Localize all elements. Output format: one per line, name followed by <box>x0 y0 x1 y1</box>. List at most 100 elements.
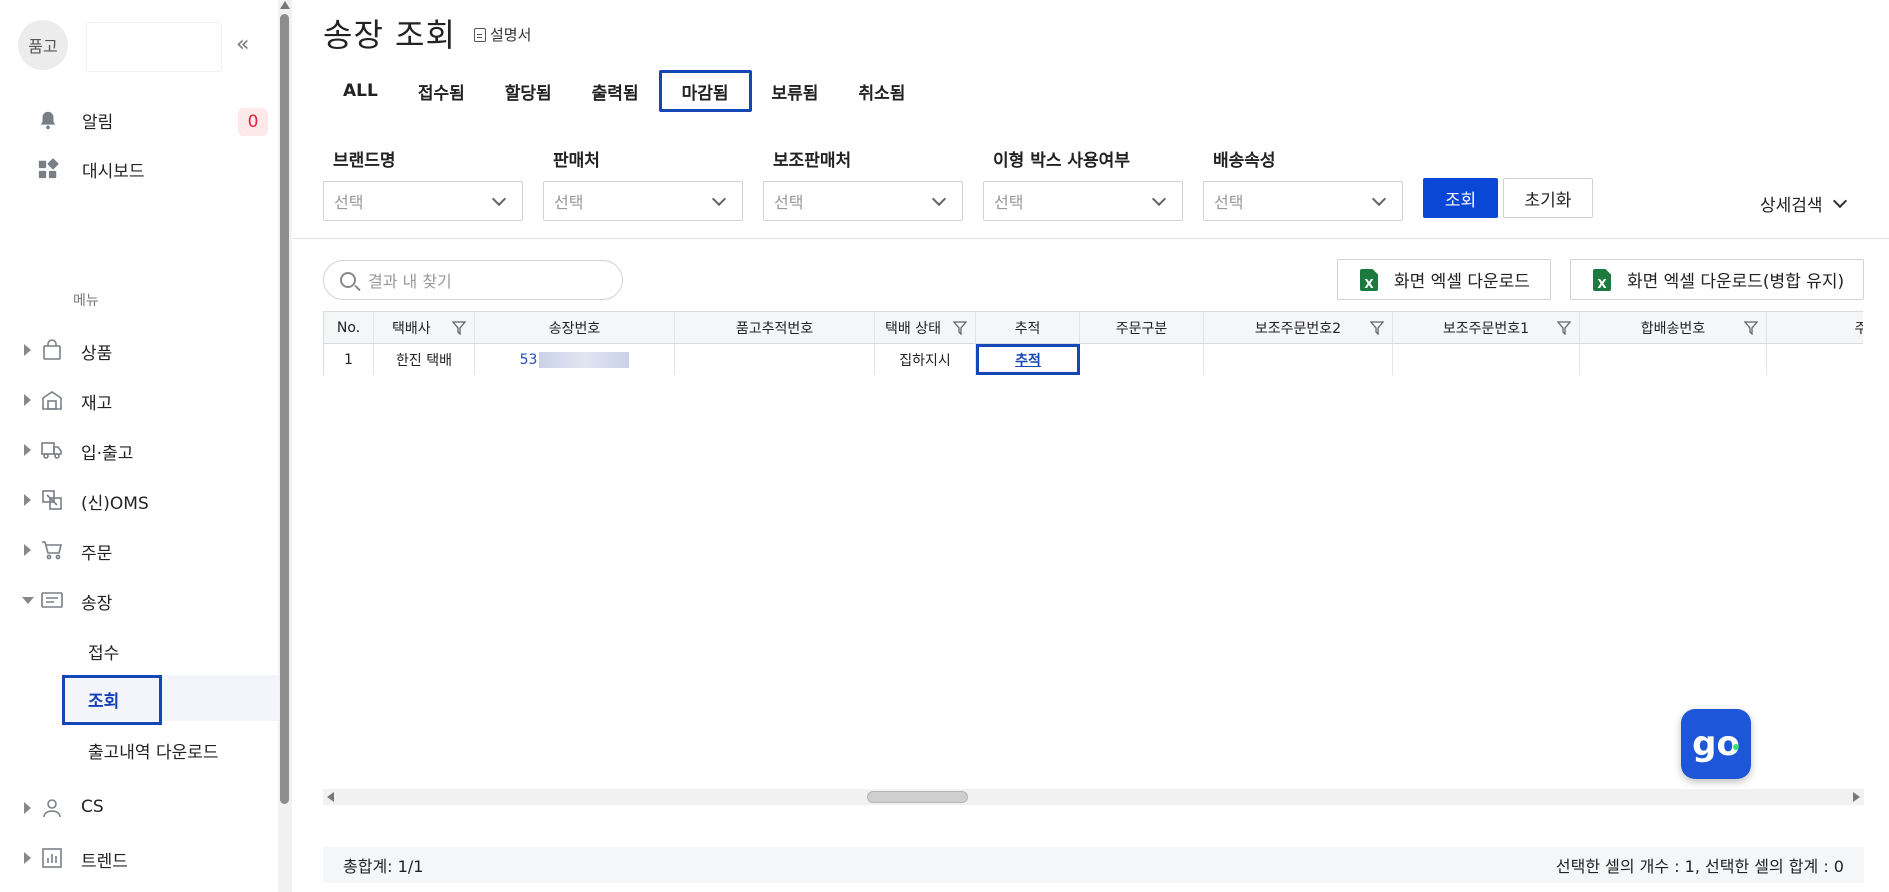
total-count: 총합계: 1/1 <box>343 857 424 876</box>
chevron-down-icon <box>931 191 947 207</box>
invoice-table: No. 택배사 송장번호 품고추적번호 택배 상태 추적 주문구분 보조주문번호… <box>323 311 1863 375</box>
sidebar-item-label: 재고 <box>81 394 113 414</box>
tab-on-hold[interactable]: 보류됨 <box>752 70 839 112</box>
sidebar-item-label: 대시보드 <box>82 161 145 182</box>
chevron-down-icon <box>491 191 507 207</box>
scroll-left-icon[interactable] <box>327 792 334 802</box>
column-header-sub-order-2[interactable]: 보조주문번호2 <box>1204 312 1393 343</box>
advanced-search-label: 상세검색 <box>1760 196 1823 216</box>
scroll-right-icon[interactable] <box>1853 792 1860 802</box>
excel-download-button[interactable]: X 화면 엑셀 다운로드 <box>1337 259 1551 300</box>
filter-icon[interactable] <box>452 321 466 335</box>
sidebar-item-inventory[interactable]: 재고 <box>0 380 278 420</box>
sidebar-item-label: 상품 <box>81 344 113 364</box>
column-header-label: 택배사 <box>392 320 431 337</box>
column-header-track[interactable]: 추적 <box>976 312 1080 343</box>
caret-right-icon <box>24 852 31 864</box>
search-button[interactable]: 조회 <box>1423 178 1498 218</box>
seller-select[interactable]: 선택 <box>543 181 743 221</box>
column-header-status[interactable]: 택배 상태 <box>875 312 976 343</box>
tab-cancelled[interactable]: 취소됨 <box>838 70 925 112</box>
filter-icon[interactable] <box>1557 321 1571 335</box>
table-row[interactable]: 1 한진 택배 53 집하지시 추적 <box>324 344 1863 375</box>
irregular-box-select[interactable]: 선택 <box>983 181 1183 221</box>
tab-received[interactable]: 접수됨 <box>398 70 485 112</box>
sidebar-subitem-lookup[interactable]: 조회 <box>62 675 278 725</box>
logo-avatar[interactable]: 품고 <box>18 20 68 70</box>
excel-download-merge-button[interactable]: X 화면 엑셀 다운로드(병합 유지) <box>1570 259 1864 300</box>
sidebar-subitem-label: 출고내역 다운로드 <box>88 743 219 763</box>
caret-right-icon <box>24 802 31 814</box>
filter-brand: 브랜드명 선택 <box>323 146 523 221</box>
select-value: 선택 <box>1214 193 1244 212</box>
track-link[interactable]: 추적 <box>1015 350 1041 370</box>
invoice-no-value: 53 <box>519 351 538 368</box>
caret-right-icon <box>24 444 31 456</box>
truck-icon <box>40 438 64 462</box>
search-placeholder: 결과 내 찾기 <box>368 272 452 291</box>
excel-icon: X <box>1360 268 1378 291</box>
menu-section-title: 메뉴 <box>73 293 99 309</box>
sidebar-scrollbar[interactable] <box>278 0 292 892</box>
column-header-sub-order-1[interactable]: 보조주문번호1 <box>1393 312 1580 343</box>
sidebar-item-orders[interactable]: 주문 <box>0 530 278 570</box>
bag-icon <box>40 338 64 362</box>
column-header-order-type[interactable]: 주문구분 <box>1080 312 1204 343</box>
help-link[interactable]: 설명서 <box>474 24 531 45</box>
table-header-row: No. 택배사 송장번호 품고추적번호 택배 상태 추적 주문구분 보조주문번호… <box>324 312 1863 344</box>
sidebar-item-oms[interactable]: (신)OMS <box>0 480 278 520</box>
filter-label: 배송속성 <box>1213 151 1276 171</box>
table-scroll-thumb[interactable] <box>867 791 968 803</box>
sidebar-subitem-label: 조회 <box>88 692 120 712</box>
sidebar-item-trend[interactable]: 트렌드 <box>0 838 278 878</box>
dashboard-icon <box>36 157 60 181</box>
sidebar-item-label: 송장 <box>81 594 113 614</box>
result-search-input[interactable]: 결과 내 찾기 <box>323 260 623 300</box>
advanced-search-toggle[interactable]: 상세검색 <box>1760 191 1847 216</box>
sidebar-item-alerts[interactable]: 알림 0 <box>0 100 278 140</box>
sidebar-item-cs[interactable]: CS <box>0 788 278 828</box>
caret-right-icon <box>24 544 31 556</box>
collapse-sidebar-icon[interactable]: « <box>236 32 249 57</box>
sidebar-scroll-thumb[interactable] <box>280 14 289 804</box>
tab-assigned[interactable]: 할당됨 <box>485 70 572 112</box>
sidebar-subitem-shipment-download[interactable]: 출고내역 다운로드 <box>62 726 278 772</box>
cart-icon <box>40 538 64 562</box>
filter-icon[interactable] <box>953 321 967 335</box>
cell-track[interactable]: 추적 <box>976 344 1080 375</box>
sidebar-item-label: 주문 <box>81 544 113 564</box>
scroll-up-icon[interactable] <box>280 1 290 9</box>
brand-select[interactable]: 선택 <box>323 181 523 221</box>
sidebar-item-label: CS <box>81 797 104 817</box>
column-header-courier[interactable]: 택배사 <box>374 312 475 343</box>
column-header-order-no[interactable]: 주문번호 <box>1767 312 1863 343</box>
reset-button[interactable]: 초기화 <box>1503 178 1593 218</box>
column-header-no[interactable]: No. <box>324 312 374 343</box>
column-header-tracking-no[interactable]: 품고추적번호 <box>675 312 875 343</box>
table-footer: 총합계: 1/1 선택한 셀의 개수 : 1, 선택한 셀의 합계 : 0 <box>323 847 1864 883</box>
sidebar-subitem-receive[interactable]: 접수 <box>62 627 278 673</box>
filter-label: 보조판매처 <box>773 151 852 171</box>
sidebar-item-invoice[interactable]: 송장 <box>0 580 278 620</box>
filter-icon[interactable] <box>1370 321 1384 335</box>
logo-placeholder <box>86 22 222 72</box>
select-value: 선택 <box>334 193 364 212</box>
sidebar-item-inbound-outbound[interactable]: 입·출고 <box>0 430 278 470</box>
sidebar-item-products[interactable]: 상품 <box>0 330 278 370</box>
tab-printed[interactable]: 출력됨 <box>572 70 659 112</box>
delivery-attr-select[interactable]: 선택 <box>1203 181 1403 221</box>
oms-icon <box>40 488 64 512</box>
tab-closed[interactable]: 마감됨 <box>658 70 752 112</box>
sidebar-item-dashboard[interactable]: 대시보드 <box>0 149 278 189</box>
cell-invoice-no[interactable]: 53 <box>475 344 675 375</box>
column-header-combined-no[interactable]: 합배송번호 <box>1580 312 1767 343</box>
table-horizontal-scrollbar[interactable] <box>323 789 1864 805</box>
filter-label: 판매처 <box>553 151 600 171</box>
filter-icon[interactable] <box>1744 321 1758 335</box>
column-header-invoice-no[interactable]: 송장번호 <box>475 312 675 343</box>
sub-seller-select[interactable]: 선택 <box>763 181 963 221</box>
cell-sub-order-1 <box>1393 344 1580 375</box>
go-chat-button[interactable]: go <box>1681 709 1751 779</box>
tab-all[interactable]: ALL <box>323 70 398 112</box>
sidebar-item-label: 트렌드 <box>81 852 128 872</box>
